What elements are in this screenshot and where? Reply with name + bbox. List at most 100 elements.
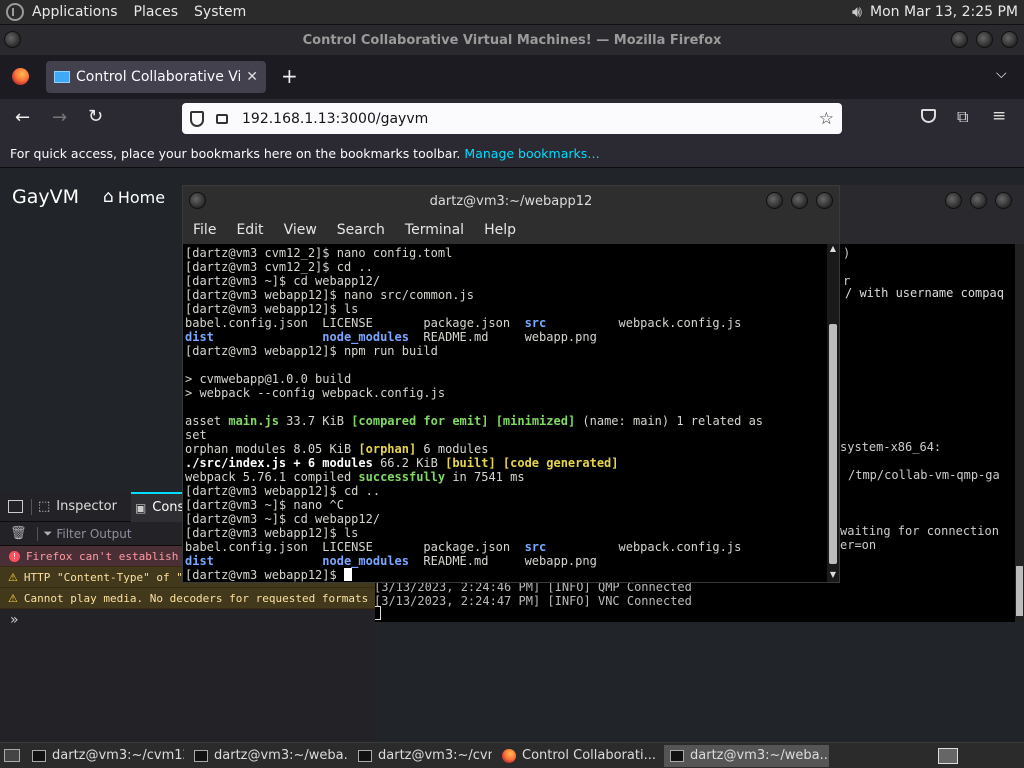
reload-icon[interactable]: ↻: [88, 106, 103, 127]
home-label: Home: [117, 187, 166, 207]
terminal-text-segment: 6 modules: [416, 442, 489, 456]
new-tab-icon[interactable]: +: [281, 64, 298, 88]
terminal-text-segment: [dartz@vm3 ~]$ cd webapp12/: [185, 512, 381, 526]
bookmarks-toolbar: For quick access, place your bookmarks h…: [0, 139, 1024, 168]
workspace-switcher-icon[interactable]: [938, 747, 958, 764]
pocket-icon[interactable]: [921, 109, 936, 123]
tab-active[interactable]: Control Collaborative Virtual Machines! …: [46, 61, 266, 93]
terminal-menu-terminal[interactable]: Terminal: [395, 222, 474, 238]
tab-inspector[interactable]: Inspector: [56, 499, 117, 514]
firefox-icon: [502, 748, 516, 763]
taskbar-item[interactable]: dartz@vm3:~/cvm1...: [352, 745, 492, 767]
console-warning-message[interactable]: ⚠ Cannot play media. No decoders for req…: [0, 588, 375, 609]
terminal-line: [dartz@vm3 webapp12]$ ls: [185, 526, 823, 540]
terminal-line: webpack 5.76.1 compiled successfully in …: [185, 470, 823, 484]
terminal-line: [dartz@vm3 ~]$ cd webapp12/: [185, 274, 823, 288]
volume-icon[interactable]: 🔊︎: [852, 2, 862, 22]
terminal-line: [dartz@vm3 cvm12_2]$ cd ..: [185, 260, 823, 274]
terminal-text-segment: dist: [185, 330, 214, 344]
terminal-menu-view[interactable]: View: [274, 222, 327, 238]
menu-system[interactable]: System: [186, 4, 254, 20]
insecure-lock-icon[interactable]: [216, 113, 228, 124]
maximize-button[interactable]: [976, 31, 993, 48]
close-window-button[interactable]: [1001, 31, 1018, 48]
console-icon: ▣: [134, 500, 147, 515]
terminal-text-segment: node_modules: [322, 330, 409, 344]
url-text[interactable]: 192.168.1.13:3000/gayvm: [242, 111, 428, 127]
shield-icon[interactable]: [190, 110, 204, 127]
terminal-line: [dartz@vm3 webapp12]$ ls: [185, 302, 823, 316]
monitor-favicon-icon: [54, 71, 70, 83]
terminal-line: [dartz@vm3 ~]$ cd webapp12/: [185, 512, 823, 526]
terminal-line: dist node_modules README.md webapp.png: [185, 554, 823, 568]
terminal-menu-edit[interactable]: Edit: [226, 222, 273, 238]
menu-places[interactable]: Places: [126, 4, 187, 20]
filter-output-input[interactable]: Filter Output: [56, 527, 131, 541]
home-link[interactable]: ⌂ Home: [103, 187, 165, 207]
terminal-text-segment: ./src/index.js + 6 modules: [185, 456, 373, 470]
terminal-text-segment: 66.2 KiB: [372, 456, 446, 470]
terminal-scrollbar-thumb[interactable]: [829, 324, 837, 564]
terminal-text-segment: in 7541 ms: [445, 470, 525, 484]
terminal-line: [dartz@vm3 webapp12]$: [185, 568, 823, 582]
manage-bookmarks-link[interactable]: Manage bookmarks…: [464, 146, 599, 161]
terminal-text-segment: 33.7 KiB: [278, 414, 352, 428]
taskbar-item[interactable]: Control Collaborati...: [496, 745, 660, 767]
terminal-menu-file[interactable]: File: [183, 222, 226, 238]
vm-minimize-button[interactable]: [945, 192, 962, 209]
vm-text-line: ): [843, 246, 851, 260]
terminal-maximize-button[interactable]: [791, 192, 808, 209]
back-arrow-icon[interactable]: ←: [15, 107, 30, 128]
vm-maximize-button[interactable]: [970, 192, 987, 209]
show-desktop-icon[interactable]: [4, 749, 20, 762]
terminal-close-button[interactable]: [816, 192, 833, 209]
scroll-up-arrow-icon[interactable]: ▲: [827, 244, 839, 256]
console-input-row[interactable]: »: [0, 609, 375, 631]
taskbar-item[interactable]: dartz@vm3:~/weba...: [664, 744, 829, 767]
extensions-icon[interactable]: ⧉: [957, 107, 968, 127]
terminal-text-segment: src: [524, 316, 547, 330]
terminal-menu-search[interactable]: Search: [327, 222, 395, 238]
terminal-minimize-button[interactable]: [766, 192, 783, 209]
clock[interactable]: Mon Mar 13, 2:25 PM: [870, 4, 1018, 20]
terminal-text-segment: [dartz@vm3 webapp12]$ ls: [185, 302, 359, 316]
trash-icon[interactable]: 🗑︎: [10, 526, 27, 541]
terminal-title-bar[interactable]: dartz@vm3:~/webapp12: [183, 186, 839, 216]
taskbar-item[interactable]: dartz@vm3:~/weba...: [188, 745, 348, 767]
home-icon: ⌂: [103, 187, 114, 207]
window-title: Control Collaborative Virtual Machines! …: [302, 32, 722, 48]
firefox-title-bar[interactable]: Control Collaborative Virtual Machines! …: [0, 25, 1024, 55]
site-brand[interactable]: GayVM: [12, 186, 79, 208]
close-tab-icon[interactable]: ✕: [246, 69, 258, 85]
list-tabs-chevron-down-icon[interactable]: ⌵: [996, 66, 1007, 82]
hamburger-menu-icon[interactable]: ≡: [992, 106, 1006, 126]
element-picker-icon[interactable]: [8, 500, 23, 513]
distro-logo-icon[interactable]: [6, 3, 24, 21]
terminal-output[interactable]: [dartz@vm3 cvm12_2]$ nano config.toml [da…: [183, 244, 825, 582]
forward-arrow-icon[interactable]: →: [52, 107, 67, 128]
menu-applications[interactable]: Applications: [24, 4, 126, 20]
bookmark-star-icon[interactable]: ☆: [819, 109, 834, 129]
url-bar[interactable]: 192.168.1.13:3000/gayvm ☆: [182, 103, 842, 134]
taskbar-item-label: Control Collaborati...: [522, 748, 656, 763]
vm-close-button[interactable]: [995, 192, 1012, 209]
taskbar-item[interactable]: dartz@vm3:~/cvm12: [26, 745, 184, 767]
terminal-text-segment: [dartz@vm3 webapp12]$: [185, 568, 344, 582]
terminal-menu-help[interactable]: Help: [474, 222, 526, 238]
terminal-scrollbar[interactable]: ▲ ▼: [827, 244, 839, 582]
terminal-text-segment: [built]: [445, 456, 496, 470]
firefox-view-icon[interactable]: [12, 68, 29, 85]
terminal-line: [dartz@vm3 cvm12_2]$ nano config.toml: [185, 246, 823, 260]
terminal-text-segment: dist: [185, 554, 214, 568]
scroll-down-arrow-icon[interactable]: ▼: [827, 570, 839, 582]
minimize-button[interactable]: [951, 31, 968, 48]
terminal-window-menu-button[interactable]: [189, 192, 206, 209]
terminal-line: [dartz@vm3 ~]$ nano ^C: [185, 498, 823, 512]
window-menu-button[interactable]: [4, 31, 21, 48]
vm-scrollbar-thumb[interactable]: [1016, 566, 1023, 616]
terminal-line: orphan modules 8.05 KiB [orphan] 6 modul…: [185, 442, 823, 456]
vm-window-controls: [945, 192, 1012, 209]
